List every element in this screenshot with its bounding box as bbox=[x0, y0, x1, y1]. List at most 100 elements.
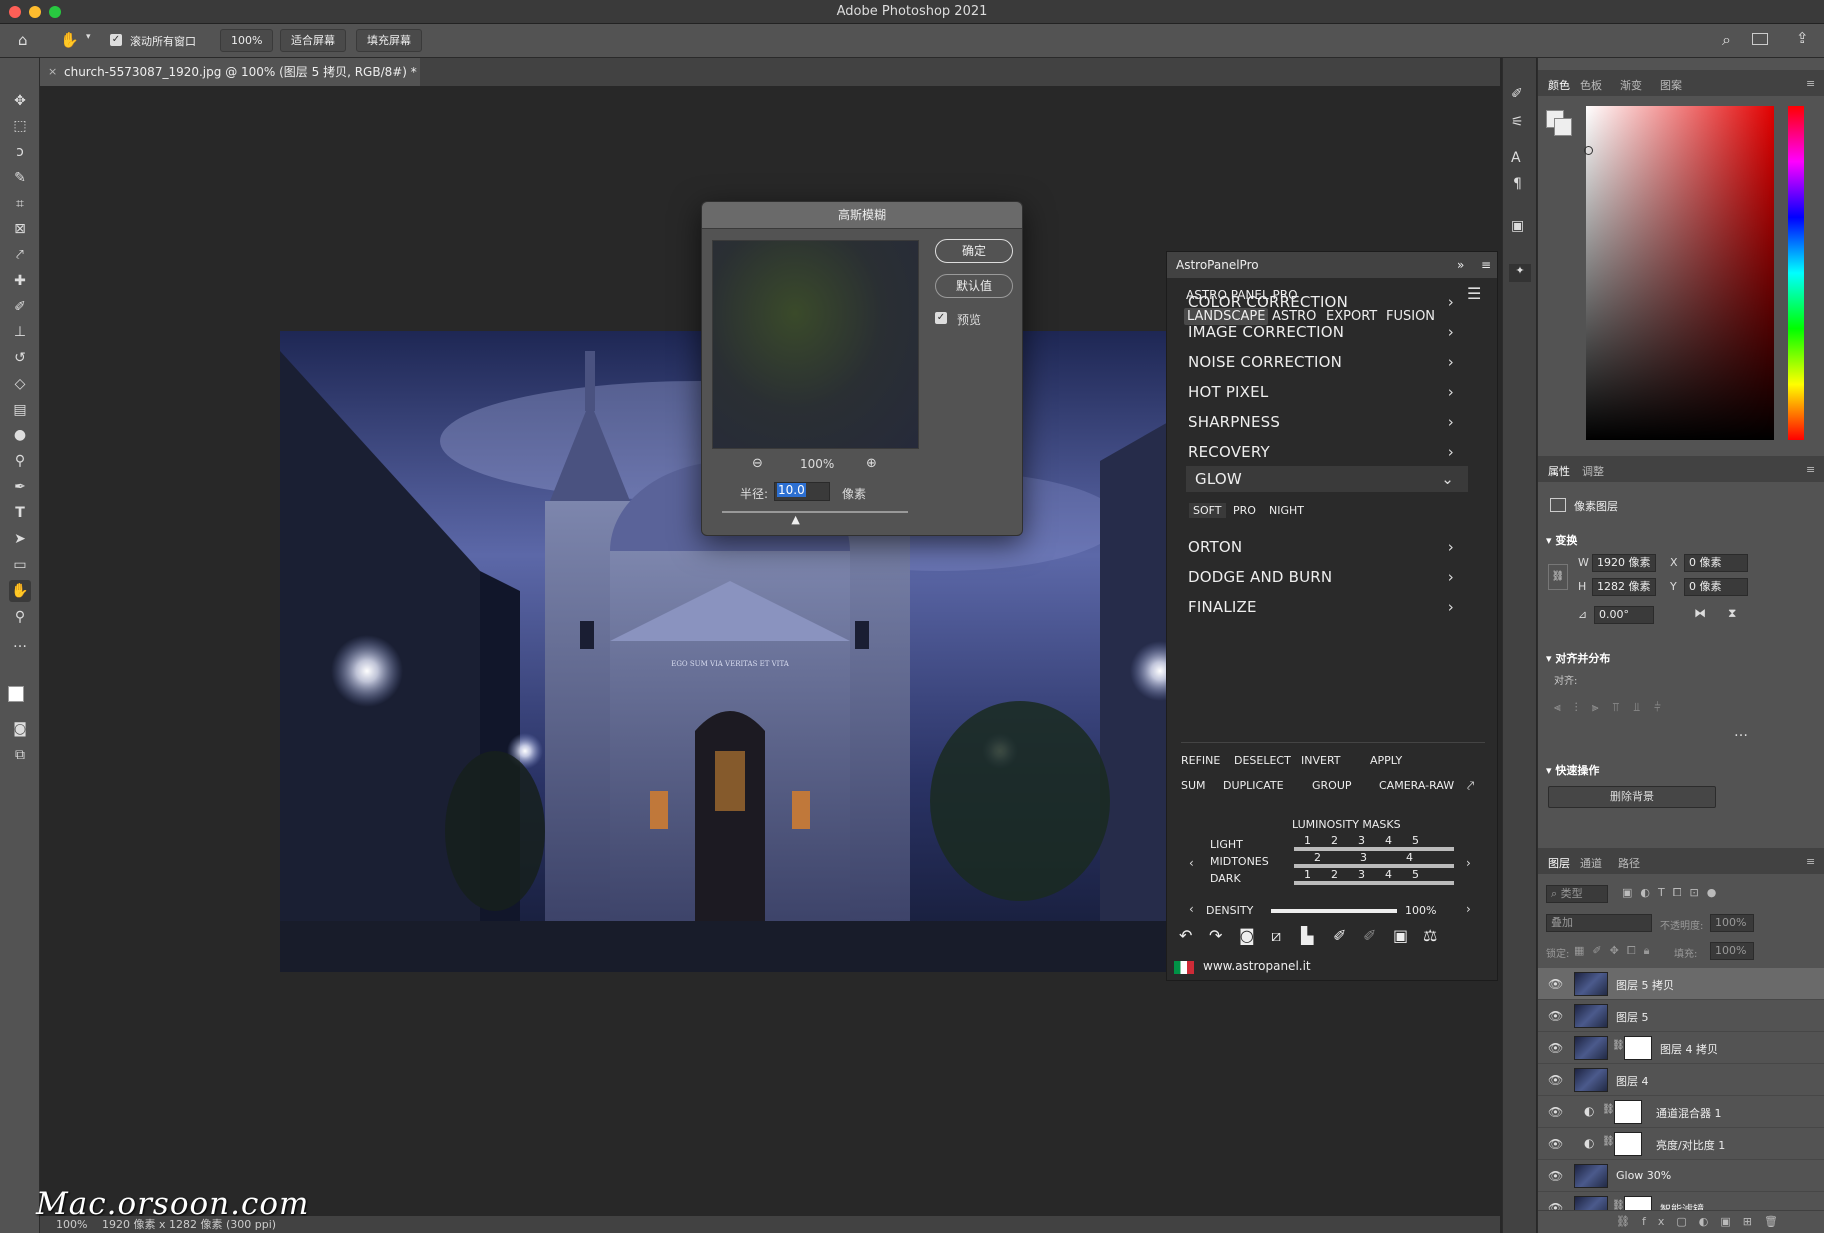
character-icon[interactable]: A bbox=[1511, 150, 1521, 166]
rectangle-tool-icon[interactable]: ▭ bbox=[9, 554, 31, 576]
quick-actions-section-title[interactable]: ▾ 快速操作 bbox=[1546, 762, 1599, 778]
lum-mid-4[interactable]: 4 bbox=[1406, 851, 1413, 864]
zoom-window-button[interactable] bbox=[49, 6, 61, 18]
zoom-100-button[interactable]: 100% bbox=[220, 29, 274, 52]
more-options-icon[interactable]: … bbox=[1734, 724, 1748, 740]
lum-prev-icon[interactable]: ‹ bbox=[1189, 856, 1194, 870]
deselect-button[interactable]: DESELECT bbox=[1234, 754, 1291, 767]
astro-panel-icon[interactable]: ✦ bbox=[1509, 264, 1531, 282]
height-field[interactable]: 1282 像素 bbox=[1592, 578, 1656, 596]
tab-swatches[interactable]: 色板 bbox=[1580, 77, 1602, 93]
flip-vertical-icon[interactable]: ⧗ bbox=[1728, 606, 1736, 621]
workspace-icon[interactable] bbox=[1752, 33, 1768, 45]
eye-icon[interactable]: 👁︎ bbox=[1548, 1073, 1563, 1087]
hamburger-icon[interactable]: ☰ bbox=[1467, 284, 1481, 303]
adjustments-icon[interactable]: ⚟ bbox=[1511, 114, 1524, 130]
align-section-title[interactable]: ▾ 对齐并分布 bbox=[1546, 650, 1610, 666]
libraries-icon[interactable]: ▣ bbox=[1511, 218, 1524, 234]
lock-icons[interactable]: ▦✐✥⧠🔒︎ bbox=[1574, 944, 1657, 958]
lum-light-row[interactable]: 1 2 3 4 5 bbox=[1294, 834, 1454, 851]
layer-filter-select[interactable]: ⌕ 类型 bbox=[1546, 885, 1608, 903]
lum-dark-2[interactable]: 2 bbox=[1331, 868, 1338, 881]
foreground-color-swatch[interactable] bbox=[8, 686, 24, 702]
refine-button[interactable]: REFINE bbox=[1181, 754, 1220, 767]
link-dimensions-icon[interactable]: ⛓ bbox=[1548, 564, 1568, 590]
brush-tool-icon[interactable]: ✐ bbox=[9, 296, 31, 318]
path-select-tool-icon[interactable]: ➤ bbox=[9, 528, 31, 550]
eyedropper-icon[interactable]: ⤤ bbox=[1467, 779, 1474, 794]
color-picker-cursor[interactable] bbox=[1584, 146, 1593, 155]
remove-background-button[interactable]: 删除背景 bbox=[1548, 786, 1716, 808]
share-icon[interactable]: ⇪ bbox=[1796, 29, 1809, 47]
density-prev-icon[interactable]: ‹ bbox=[1189, 902, 1194, 916]
radius-slider-track[interactable] bbox=[722, 511, 908, 513]
align-buttons-icon[interactable]: ⫷⫶⫸⫪⫫⫩ bbox=[1554, 700, 1675, 715]
lasso-tool-icon[interactable]: ↄ bbox=[9, 141, 31, 163]
scroll-all-checkbox[interactable]: ✓ bbox=[110, 34, 122, 46]
tab-layers[interactable]: 图层 bbox=[1548, 855, 1570, 871]
lum-mid-row[interactable]: 2 3 4 bbox=[1294, 851, 1454, 868]
curves-icon[interactable]: ⧄ bbox=[1271, 926, 1281, 946]
menu-sharpness[interactable]: SHARPNESS › bbox=[1188, 409, 1468, 435]
layer-mask-thumbnail[interactable] bbox=[1614, 1132, 1642, 1156]
hand-tool-active-icon[interactable]: ✋ bbox=[9, 580, 31, 602]
tab-properties[interactable]: 属性 bbox=[1548, 463, 1570, 479]
stamp-tool-icon[interactable]: ⊥ bbox=[9, 321, 31, 343]
chevron-down-icon[interactable]: ▾ bbox=[86, 32, 91, 42]
radius-slider-thumb[interactable]: ▲ bbox=[791, 513, 799, 526]
more-tools-icon[interactable]: … bbox=[9, 632, 31, 654]
layer-mask-thumbnail[interactable] bbox=[1624, 1036, 1652, 1060]
close-tab-icon[interactable]: × bbox=[48, 58, 57, 86]
width-field[interactable]: 1920 像素 bbox=[1592, 554, 1656, 572]
quick-select-tool-icon[interactable]: ✎ bbox=[9, 167, 31, 189]
panel-menu-icon[interactable]: ≡ bbox=[1806, 463, 1815, 476]
lum-light-4[interactable]: 4 bbox=[1385, 834, 1392, 847]
menu-finalize[interactable]: FINALIZE › bbox=[1188, 594, 1468, 620]
layer-thumbnail[interactable] bbox=[1574, 1004, 1608, 1028]
lum-light-5[interactable]: 5 bbox=[1412, 834, 1419, 847]
fit-screen-button[interactable]: 适合屏幕 bbox=[280, 29, 346, 52]
lum-mid-3[interactable]: 3 bbox=[1360, 851, 1367, 864]
tab-paths[interactable]: 路径 bbox=[1618, 855, 1640, 871]
layer-row[interactable]: 👁︎ ⛓ 图层 4 拷贝 bbox=[1538, 1032, 1824, 1064]
eye-icon[interactable]: 👁︎ bbox=[1548, 1169, 1563, 1183]
preview-checkbox[interactable]: ✓ bbox=[935, 312, 947, 324]
blur-tool-icon[interactable]: ● bbox=[9, 424, 31, 446]
hue-slider[interactable] bbox=[1788, 106, 1804, 440]
layer-row[interactable]: 👁︎ ◐ ⛓ 亮度/对比度 1 bbox=[1538, 1128, 1824, 1160]
transform-section-title[interactable]: ▾ 变换 bbox=[1546, 532, 1577, 548]
glow-night-button[interactable]: NIGHT bbox=[1265, 503, 1308, 518]
lum-dark-3[interactable]: 3 bbox=[1358, 868, 1365, 881]
lum-light-1[interactable]: 1 bbox=[1304, 834, 1311, 847]
redo-icon[interactable]: ↷ bbox=[1209, 926, 1222, 945]
ok-button[interactable]: 确定 bbox=[935, 239, 1013, 263]
dodge-tool-icon[interactable]: ⚲ bbox=[9, 450, 31, 472]
screen-mode-icon[interactable]: ⧉ bbox=[9, 744, 31, 766]
eraser-tool-icon[interactable]: ◇ bbox=[9, 373, 31, 395]
density-slider-track[interactable] bbox=[1271, 909, 1397, 913]
home-icon[interactable]: ⌂ bbox=[18, 31, 28, 49]
glow-soft-button[interactable]: SOFT bbox=[1189, 503, 1226, 518]
menu-color-correction[interactable]: COLOR CORRECTION › bbox=[1188, 289, 1468, 315]
duplicate-button[interactable]: DUPLICATE bbox=[1223, 779, 1284, 792]
blur-preview[interactable] bbox=[712, 240, 919, 449]
lum-dark-row[interactable]: 1 2 3 4 5 bbox=[1294, 868, 1454, 885]
minimize-window-button[interactable] bbox=[29, 6, 41, 18]
marquee-tool-icon[interactable]: ⬚ bbox=[9, 115, 31, 137]
menu-noise-correction[interactable]: NOISE CORRECTION › bbox=[1188, 349, 1468, 375]
glow-pro-button[interactable]: PRO bbox=[1229, 503, 1260, 518]
menu-dodge-and-burn[interactable]: DODGE AND BURN › bbox=[1188, 564, 1468, 590]
zoom-tool-icon[interactable]: ⚲ bbox=[9, 606, 31, 628]
density-next-icon[interactable]: › bbox=[1466, 902, 1471, 916]
hand-tool-icon[interactable]: ✋ bbox=[60, 31, 79, 49]
radius-input[interactable]: 10.0 bbox=[774, 482, 830, 501]
website-link[interactable]: www.astropanel.it bbox=[1203, 959, 1311, 973]
layer-row[interactable]: 👁︎ Glow 30% bbox=[1538, 1160, 1824, 1192]
histogram-icon[interactable]: ▙ bbox=[1301, 926, 1313, 945]
brush-icon[interactable]: ✐ bbox=[1333, 926, 1346, 945]
menu-image-correction[interactable]: IMAGE CORRECTION › bbox=[1188, 319, 1468, 345]
lum-dark-5[interactable]: 5 bbox=[1412, 868, 1419, 881]
search-icon[interactable]: ⌕ bbox=[1722, 30, 1731, 50]
menu-orton[interactable]: ORTON › bbox=[1188, 534, 1468, 560]
document-tab[interactable]: × church-5573087_1920.jpg @ 100% (图层 5 拷… bbox=[40, 58, 420, 86]
